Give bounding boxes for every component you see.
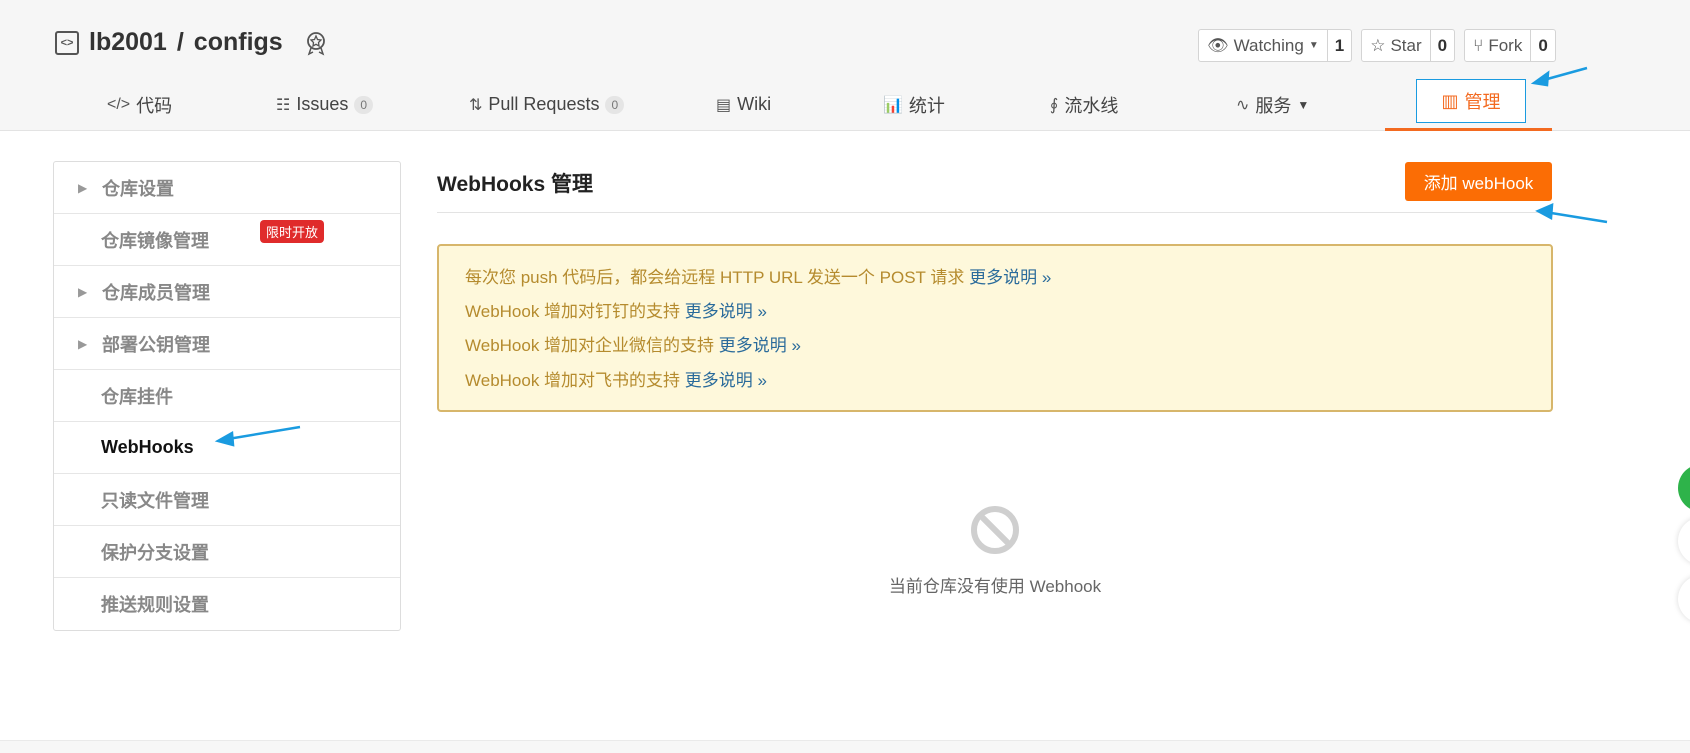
repo-header: <> lb2001 / configs 👁 Watching ▼ 1 ☆ Sta… <box>0 0 1690 131</box>
sidebar-item-label: 部署公钥管理 <box>102 334 210 355</box>
tab-pulls-label: Pull Requests <box>488 94 600 114</box>
sidebar-item-label: WebHooks <box>101 437 194 457</box>
footer <box>0 740 1690 753</box>
limited-time-badge: 限时开放 <box>260 220 325 243</box>
more-info-link[interactable]: 更多说明 » <box>685 371 767 390</box>
floating-widget-button[interactable] <box>1678 517 1690 565</box>
tab-issues[interactable]: ☷ Issues 0 <box>276 78 374 131</box>
sidebar-item-label: 仓库镜像管理 <box>101 230 209 251</box>
sidebar-item-mirror[interactable]: 仓库镜像管理 限时开放 <box>54 214 400 266</box>
code-icon: </> <box>107 95 131 113</box>
notice-line: WebHook 增加对钉钉的支持 更多说明 » <box>465 297 767 322</box>
book-icon: ▤ <box>716 96 732 114</box>
issues-count-badge: 0 <box>354 95 374 114</box>
tab-wiki-label: Wiki <box>737 94 772 114</box>
sidebar-item-repo-settings[interactable]: ▶ 仓库设置 <box>54 162 400 214</box>
tab-pipeline[interactable]: ∮ 流水线 <box>1050 78 1118 131</box>
chevron-down-icon: ▼ <box>1297 97 1310 112</box>
sidebar-item-webhooks[interactable]: WebHooks <box>54 422 400 474</box>
watch-count[interactable]: 1 <box>1328 30 1351 61</box>
floating-widget-button[interactable] <box>1678 575 1690 623</box>
notice-text: 每次您 push 代码后，都会给远程 HTTP URL 发送一个 POST 请求 <box>465 268 970 287</box>
fork-count[interactable]: 0 <box>1531 30 1554 61</box>
tab-pipeline-label: 流水线 <box>1064 95 1119 116</box>
empty-state-text: 当前仓库没有使用 Webhook <box>888 577 1102 596</box>
repo-owner[interactable]: lb2001 <box>89 28 167 57</box>
repo-title: <> lb2001 / configs <box>55 28 329 57</box>
notice-text: WebHook 增加对钉钉的支持 <box>465 302 685 321</box>
more-info-link[interactable]: 更多说明 » <box>969 268 1051 287</box>
title-divider <box>437 212 1553 213</box>
notice-line: WebHook 增加对飞书的支持 更多说明 » <box>465 366 767 391</box>
empty-state: 当前仓库没有使用 Webhook <box>437 505 1553 597</box>
sidebar-item-label: 推送规则设置 <box>101 595 209 615</box>
issues-icon: ☷ <box>276 96 291 114</box>
page-title: WebHooks 管理 <box>437 173 593 196</box>
tab-code-label: 代码 <box>136 95 173 116</box>
sidebar-item-protected-branches[interactable]: 保护分支设置 <box>54 526 400 578</box>
tab-stats-label: 统计 <box>908 95 945 116</box>
annotation-arrow-add <box>1544 210 1608 224</box>
tab-services[interactable]: ∿ 服务 ▼ <box>1236 78 1309 131</box>
notice-text: WebHook 增加对飞书的支持 <box>465 371 685 390</box>
sidebar-item-label: 保护分支设置 <box>101 542 209 563</box>
manage-icon: ▥ <box>1441 90 1459 111</box>
notice-text: WebHook 增加对企业微信的支持 <box>465 336 719 355</box>
notice-line: 每次您 push 代码后，都会给远程 HTTP URL 发送一个 POST 请求… <box>465 263 1051 288</box>
repo-tabs: </> 代码 ☷ Issues 0 ⇅ Pull Requests 0 ▤ Wi… <box>0 78 1690 131</box>
sidebar-item-deploy-keys[interactable]: ▶ 部署公钥管理 <box>54 318 400 370</box>
tab-stats[interactable]: 📊 统计 <box>883 78 945 131</box>
star-icon: ☆ <box>1370 35 1386 55</box>
webhook-info-notice: 每次您 push 代码后，都会给远程 HTTP URL 发送一个 POST 请求… <box>437 244 1553 412</box>
eye-icon: 👁 <box>1207 35 1229 55</box>
more-info-link[interactable]: 更多说明 » <box>719 336 801 355</box>
fork-icon: ⑂ <box>1473 35 1484 55</box>
sidebar-item-push-rules[interactable]: 推送规则设置 <box>54 578 400 630</box>
tab-pull-requests[interactable]: ⇅ Pull Requests 0 <box>469 78 625 131</box>
watch-button[interactable]: 👁 Watching ▼ 1 <box>1198 29 1353 62</box>
sidebar-item-label: 仓库挂件 <box>101 386 173 407</box>
sidebar-item-label: 只读文件管理 <box>101 490 209 511</box>
star-button[interactable]: ☆ Star 0 <box>1361 29 1456 62</box>
tab-issues-label: Issues <box>296 94 349 114</box>
sidebar-item-label: 仓库设置 <box>102 178 174 199</box>
repo-separator: / <box>176 28 184 56</box>
add-webhook-button[interactable]: 添加 webHook <box>1405 162 1552 201</box>
floating-help-button[interactable] <box>1678 464 1690 512</box>
sidebar-item-label: 仓库成员管理 <box>102 282 210 303</box>
code-repo-icon: <> <box>55 30 79 55</box>
pull-request-icon: ⇅ <box>469 96 483 114</box>
repo-name[interactable]: configs <box>194 28 283 57</box>
tab-manage[interactable]: ▥ 管理 <box>1385 78 1552 131</box>
pulls-count-badge: 0 <box>605 95 625 114</box>
tab-manage-label: 管理 <box>1464 92 1501 112</box>
pulse-icon: ∿ <box>1236 96 1250 114</box>
recommended-badge-icon <box>306 31 325 55</box>
star-label: Star <box>1390 35 1422 55</box>
caret-down-icon: ▼ <box>1308 40 1319 51</box>
tab-code[interactable]: </> 代码 <box>107 78 172 131</box>
watch-label: Watching <box>1233 35 1304 55</box>
caret-right-icon: ▶ <box>78 180 88 195</box>
star-count[interactable]: 0 <box>1431 30 1454 61</box>
tab-services-label: 服务 <box>1255 95 1292 116</box>
sidebar-item-members[interactable]: ▶ 仓库成员管理 <box>54 266 400 318</box>
more-info-link[interactable]: 更多说明 » <box>685 302 767 321</box>
bar-chart-icon: 📊 <box>883 96 903 114</box>
sidebar-item-widgets[interactable]: 仓库挂件 <box>54 370 400 422</box>
pipeline-icon: ∮ <box>1050 96 1059 114</box>
notice-line: WebHook 增加对企业微信的支持 更多说明 » <box>465 331 801 356</box>
sidebar-item-readonly-files[interactable]: 只读文件管理 <box>54 474 400 526</box>
caret-right-icon: ▶ <box>78 336 88 351</box>
settings-sidebar: ▶ 仓库设置 仓库镜像管理 限时开放 ▶ 仓库成员管理 ▶ 部署公钥管理 仓库挂… <box>53 161 401 631</box>
tab-wiki[interactable]: ▤ Wiki <box>716 78 771 131</box>
fork-label: Fork <box>1488 35 1523 55</box>
prohibited-icon <box>971 506 1019 554</box>
repo-actions: 👁 Watching ▼ 1 ☆ Star 0 ⑂ Fork 0 <box>1198 29 1556 62</box>
caret-right-icon: ▶ <box>78 284 88 299</box>
fork-button[interactable]: ⑂ Fork 0 <box>1464 29 1556 62</box>
